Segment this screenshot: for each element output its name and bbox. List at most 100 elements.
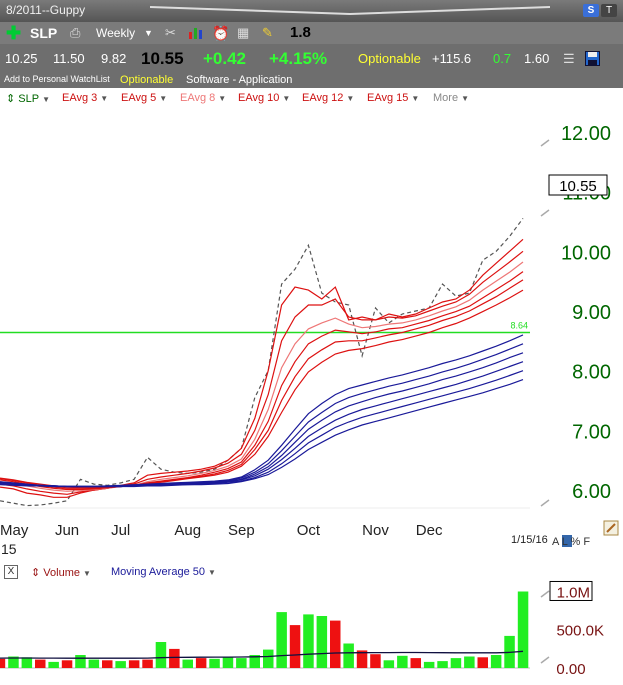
legend-eavg-12-label: EAvg 12 xyxy=(302,92,344,104)
volume-bar xyxy=(115,661,126,668)
eavg-8-line xyxy=(0,261,524,492)
dropdown-arrow-icon[interactable]: ▼ xyxy=(282,94,290,103)
volume-bar xyxy=(142,659,153,668)
volume-bar xyxy=(236,658,247,668)
dropdown-arrow-icon[interactable]: ▼ xyxy=(411,94,419,103)
price-x-tick: Jul xyxy=(111,522,130,539)
ma-legend-item[interactable]: Moving Average 50 ▼ xyxy=(111,566,216,578)
volume-bar xyxy=(490,655,502,668)
symbol-label[interactable]: SLP xyxy=(30,22,57,44)
volume-bar xyxy=(128,660,140,668)
legend-symbol[interactable]: ⇕ SLP ▼ xyxy=(6,92,50,105)
dropdown-arrow-icon[interactable]: ▼ xyxy=(159,94,167,103)
quote-stat-1: +115.6 xyxy=(432,51,472,66)
dropdown-arrow-icon[interactable]: ▼ xyxy=(346,94,354,103)
pencil-icon[interactable] xyxy=(603,520,619,536)
price-x-tick: Dec xyxy=(416,522,443,539)
legend-eavg-3[interactable]: EAvg 3 ▼ xyxy=(62,92,108,104)
dropdown-arrow-icon[interactable]: ▼ xyxy=(83,569,91,578)
volume-bar xyxy=(316,616,328,668)
quote-high: 11.50 xyxy=(53,51,85,66)
price-y-tick: 9.00 xyxy=(572,302,611,324)
eavg-10-line xyxy=(0,271,524,491)
save-icon[interactable] xyxy=(585,44,600,74)
volume-bar xyxy=(263,649,274,668)
quote-low: 9.82 xyxy=(101,51,127,66)
volume-bar xyxy=(423,661,435,668)
legend-eavg-10[interactable]: EAvg 10 ▼ xyxy=(238,92,290,104)
toolbar-value: 1.8 xyxy=(290,24,311,41)
indicator-icon[interactable] xyxy=(188,22,204,44)
dropdown-arrow-icon[interactable]: ▼ xyxy=(100,94,108,103)
quote-last: 10.55 xyxy=(141,49,184,68)
collapse-chevron-icon[interactable] xyxy=(150,3,550,17)
price-y-tick: 10.00 xyxy=(561,242,611,264)
long-eavg-line-3 xyxy=(0,352,524,488)
print-icon[interactable]: ⎙ xyxy=(70,22,80,44)
volume-chart[interactable]: 0.00 500.0K 1.0M xyxy=(0,580,623,685)
note-icon[interactable]: ✎ xyxy=(262,22,273,44)
volume-bar xyxy=(410,658,421,668)
quote-open: 10.25 xyxy=(5,51,38,66)
legend-more-label: More xyxy=(433,92,459,104)
legend-eavg-15[interactable]: EAvg 15 ▼ xyxy=(367,92,419,104)
tools-icon[interactable]: ✂ xyxy=(165,22,176,44)
footer-date: 1/15/16 xyxy=(511,534,548,546)
footer-flags-label: A L % F xyxy=(552,536,590,548)
legend-eavg-5-label: EAvg 5 xyxy=(121,92,157,104)
legend-eavg-15-label: EAvg 15 xyxy=(367,92,409,104)
volume-bar xyxy=(209,658,220,668)
period-select[interactable]: Weekly xyxy=(96,22,135,44)
long-eavg-line-1 xyxy=(0,334,524,488)
eavg-12-line xyxy=(0,279,524,489)
database-icon[interactable]: ☰ xyxy=(563,44,575,74)
add-symbol-icon[interactable]: ✚ xyxy=(6,22,21,44)
volume-bar xyxy=(303,614,314,668)
indicator-legend: ⇕ SLP ▼ EAvg 3 ▼ EAvg 5 ▼ EAvg 8 ▼ EAvg 10 ▼ … xyxy=(0,88,623,108)
volume-bar xyxy=(155,642,167,668)
chevron-ticks-icon xyxy=(540,590,550,664)
chevron-ticks-icon xyxy=(540,139,550,507)
legend-eavg-3-label: EAvg 3 xyxy=(62,92,98,104)
legend-eavg-8[interactable]: EAvg 8 ▼ xyxy=(180,92,226,104)
calendar-icon[interactable]: ▦ xyxy=(237,22,249,44)
volume-bar xyxy=(222,656,234,668)
watchlist-link[interactable]: Add to Personal WatchList xyxy=(4,74,110,84)
title-bar: 8/2011--Guppy S T xyxy=(0,0,623,22)
legend-eavg-8-label: EAvg 8 xyxy=(180,92,216,104)
alarm-clock-icon[interactable]: ⏰ xyxy=(212,22,229,44)
price-y-tick: 7.00 xyxy=(572,421,611,443)
volume-bar xyxy=(61,660,73,668)
text-options-icon[interactable]: T xyxy=(601,4,617,17)
ma-legend-label: Moving Average 50 xyxy=(111,566,205,578)
price-y-tick: 12.00 xyxy=(561,123,611,145)
legend-symbol-label: SLP xyxy=(18,93,40,105)
legend-more[interactable]: More ▼ xyxy=(433,92,469,104)
dropdown-arrow-icon[interactable]: ▼ xyxy=(461,94,469,103)
volume-bar xyxy=(88,659,100,668)
legend-eavg-5[interactable]: EAvg 5 ▼ xyxy=(121,92,167,104)
volume-legend-item[interactable]: ⇕ Volume ▼ xyxy=(31,566,91,579)
price-x-tick: May xyxy=(0,522,29,539)
volume-bar xyxy=(450,658,462,668)
x-axis-year-label: 15 xyxy=(1,541,17,557)
legend-eavg-10-label: EAvg 10 xyxy=(238,92,280,104)
dropdown-arrow-icon[interactable]: ▼ xyxy=(208,568,216,577)
dropdown-arrow-icon[interactable]: ▼ xyxy=(218,94,226,103)
quote-change: +0.42 xyxy=(203,49,247,68)
volume-bar xyxy=(0,658,6,668)
footer-flags[interactable]: A L % F xyxy=(552,535,590,548)
volume-bar xyxy=(182,659,193,668)
support-line-label: 8.64 xyxy=(510,320,528,330)
price-x-tick: Oct xyxy=(297,522,321,539)
dropdown-arrow-icon[interactable]: ▼ xyxy=(42,95,50,104)
price-chart[interactable]: 8.64 6.007.008.009.0010.0011.0012.00 10.… xyxy=(0,108,623,558)
legend-eavg-12[interactable]: EAvg 12 ▼ xyxy=(302,92,354,104)
eavg-3-line xyxy=(0,238,524,498)
price-x-axis: May Jun Jul Aug Sep Oct Nov Dec xyxy=(0,522,443,539)
info-optionable: Optionable xyxy=(120,74,174,86)
share-icon[interactable]: S xyxy=(583,4,599,17)
volume-bar xyxy=(397,655,408,668)
eavg-5-line xyxy=(0,250,524,495)
period-dropdown-icon[interactable]: ▼ xyxy=(144,22,153,44)
